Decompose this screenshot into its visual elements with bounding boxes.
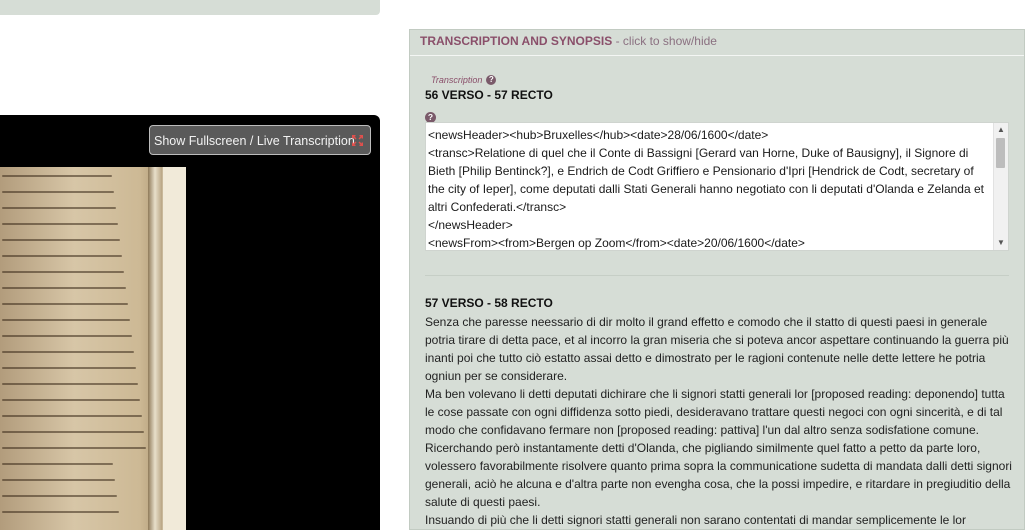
handwriting-stroke xyxy=(2,191,114,193)
handwriting-stroke xyxy=(2,399,140,401)
synopsis-paragraph: Insuando di più che li detti signori sta… xyxy=(425,513,966,527)
expand-icon xyxy=(352,135,363,146)
transcription-line: <newsFrom><from>Bergen op Zoom</from><da… xyxy=(428,236,805,250)
handwriting-stroke xyxy=(2,367,136,369)
section-label-text: Transcription xyxy=(431,75,483,85)
synopsis-paragraph: Senza che paresse neessario di dir molto… xyxy=(425,315,1009,383)
help-row: ? xyxy=(425,107,1009,123)
transcription-markup: <newsHeader><hub>Bruxelles</hub><date>28… xyxy=(428,126,990,250)
synopsis-text: Senza che paresse neessario di dir molto… xyxy=(425,313,1013,529)
transcription-line: </newsHeader> xyxy=(428,218,513,232)
synopsis-paragraph: Ricerchando però instantamente detti d'O… xyxy=(425,441,1012,509)
handwriting-stroke xyxy=(2,335,132,337)
transcription-textarea[interactable]: <newsHeader><hub>Bruxelles</hub><date>28… xyxy=(425,122,1009,251)
handwriting-stroke xyxy=(2,287,126,289)
handwriting-stroke xyxy=(2,207,116,209)
handwriting-stroke xyxy=(2,495,117,497)
handwriting-stroke xyxy=(2,255,122,257)
transcription-line: the city of Ieper], come deputati dalli … xyxy=(428,182,984,196)
handwriting-stroke xyxy=(2,383,138,385)
scroll-up-icon[interactable]: ▲ xyxy=(997,126,1005,134)
handwriting-stroke xyxy=(2,351,134,353)
handwriting-stroke xyxy=(2,319,130,321)
fullscreen-button-label: Show Fullscreen / Live Transcription xyxy=(154,134,355,148)
page-heading-2: 57 VERSO - 58 RECTO xyxy=(425,296,553,310)
handwriting-stroke xyxy=(2,415,142,417)
handwriting-stroke xyxy=(2,175,112,177)
panel-toggle-header[interactable]: TRANSCRIPTION AND SYNOPSIS - click to sh… xyxy=(410,30,1024,56)
textarea-scrollbar[interactable]: ▲ ▼ xyxy=(993,123,1008,250)
transcription-line: altri Confederati.</transc> xyxy=(428,200,567,214)
handwriting-stroke xyxy=(2,431,144,433)
page-heading-1: 56 VERSO - 57 RECTO xyxy=(425,88,553,102)
image-viewer[interactable]: Show Fullscreen / Live Transcription xyxy=(0,115,380,530)
transcription-line: <newsHeader><hub>Bruxelles</hub><date>28… xyxy=(428,128,769,142)
manuscript-binding xyxy=(148,167,162,530)
handwriting-stroke xyxy=(2,463,113,465)
handwriting-stroke xyxy=(2,511,119,513)
transcription-panel: TRANSCRIPTION AND SYNOPSIS - click to sh… xyxy=(409,29,1025,530)
handwriting-stroke xyxy=(2,447,146,449)
scrollbar-thumb[interactable] xyxy=(996,138,1005,168)
synopsis-paragraph: Ma ben volevano li detti deputati dichir… xyxy=(425,387,1005,437)
scroll-down-icon[interactable]: ▼ xyxy=(997,239,1005,247)
top-panel-strip xyxy=(0,0,380,15)
handwriting-stroke xyxy=(2,239,120,241)
manuscript-page-edge xyxy=(162,167,186,530)
transcription-line: <transc>Relatione di quel che il Conte d… xyxy=(428,146,969,160)
panel-title: TRANSCRIPTION AND SYNOPSIS xyxy=(420,34,613,48)
section-label: Transcription ? xyxy=(425,75,1009,85)
manuscript-page-image[interactable] xyxy=(0,167,186,530)
panel-hint: - click to show/hide xyxy=(612,34,717,48)
help-icon[interactable]: ? xyxy=(486,75,497,85)
transcription-line: Bieth [Philip Bentinck?], e Endrich de C… xyxy=(428,164,974,178)
handwriting-stroke xyxy=(2,271,124,273)
handwriting-stroke xyxy=(2,223,118,225)
transcription-section: Transcription ? 56 VERSO - 57 RECTO ? <n… xyxy=(410,75,1024,529)
fullscreen-button[interactable]: Show Fullscreen / Live Transcription xyxy=(149,125,371,155)
handwriting-stroke xyxy=(2,479,115,481)
section-divider xyxy=(425,275,1009,276)
handwriting-stroke xyxy=(2,303,128,305)
